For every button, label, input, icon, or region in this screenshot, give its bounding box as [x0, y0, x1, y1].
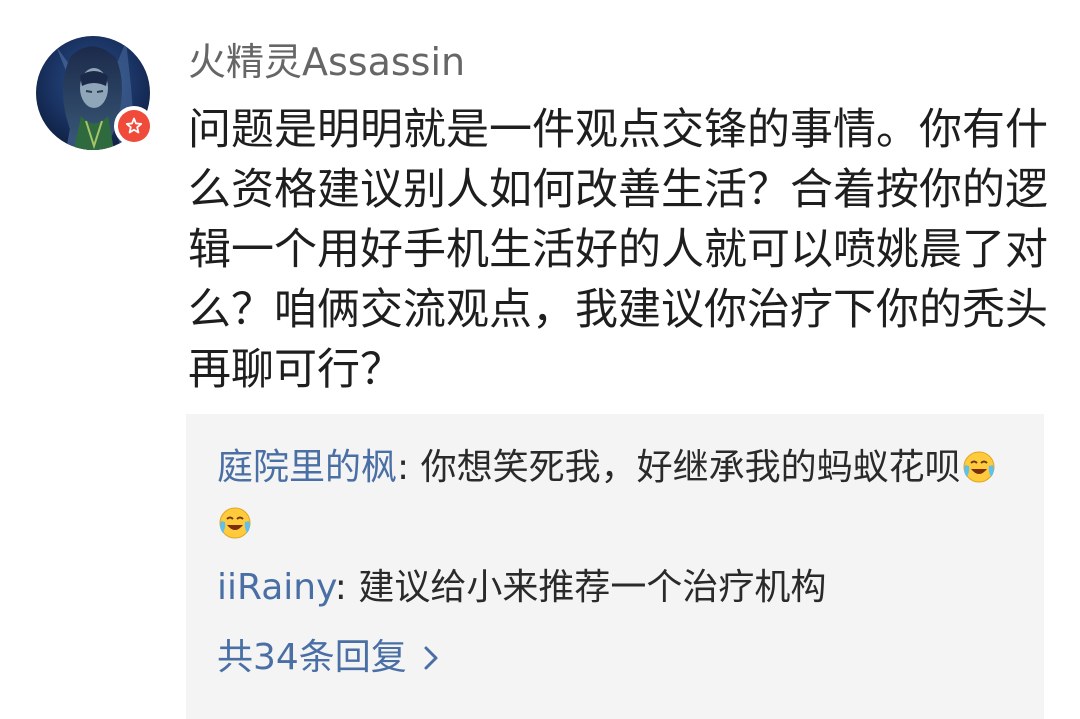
- reply-separator: :: [334, 567, 359, 608]
- verified-badge: [114, 106, 154, 146]
- more-replies-label[interactable]: 共34条回复: [217, 630, 407, 686]
- view-all-replies-link[interactable]: 共34条回复: [217, 630, 439, 686]
- replies-panel[interactable]: 庭院里的枫: 你想笑死我，好继承我的蚂蚁花呗 iiRainy: 建议给小来推荐一…: [186, 414, 1044, 719]
- reply-text: 建议给小来推荐一个治疗机构: [358, 567, 827, 608]
- star-badge-icon: [118, 110, 150, 142]
- user-avatar-container[interactable]: [36, 36, 154, 150]
- reply-item[interactable]: iiRainy: 建议给小来推荐一个治疗机构: [217, 560, 1017, 616]
- comment-username[interactable]: 火精灵Assassin: [188, 38, 465, 86]
- chevron-right-icon: [424, 646, 438, 670]
- crying-laughing-emoji-icon: [217, 502, 253, 539]
- reply-author[interactable]: 庭院里的枫: [217, 447, 397, 488]
- crying-laughing-emoji-icon: [961, 446, 997, 483]
- reply-text: 你想笑死我，好继承我的蚂蚁花呗: [420, 447, 961, 488]
- comment-body: 问题是明明就是一件观点交锋的事情。你有什么资格建议别人如何改善生活？合着按你的逻…: [188, 105, 1048, 395]
- reply-separator: :: [397, 447, 421, 488]
- reply-author[interactable]: iiRainy: [217, 567, 335, 608]
- reply-item[interactable]: 庭院里的枫: 你想笑死我，好继承我的蚂蚁花呗: [217, 440, 1017, 552]
